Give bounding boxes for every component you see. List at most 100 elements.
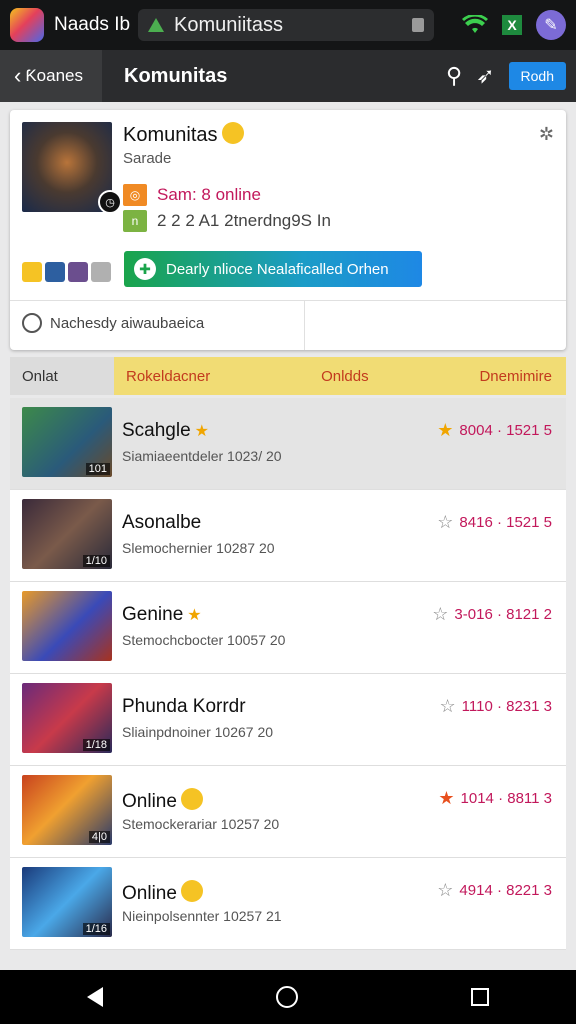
item-score: ★ 1014 · 8811 3 [438,788,552,809]
avatar [68,262,88,282]
score-text: 8004 · 1521 5 [459,422,552,439]
status-bar: Naads Ib Komuniitass X ✎ [0,0,576,50]
back-button[interactable]: ‹ Ƙoanes [0,50,102,102]
online-count: ◎ Sam: 8 online [123,184,261,206]
wifi-icon [462,15,488,33]
community-title-text: Komunitas [123,124,218,146]
star-outline-icon[interactable]: ☆ [440,696,456,717]
list-item[interactable]: Genine ★ Stemochcbocter 10057 20 ☆ 3-016 ·… [10,582,566,674]
online-icon: ◎ [123,184,147,206]
profile-avatar-icon[interactable]: ✎ [536,10,566,40]
item-name: Online [122,791,177,812]
stats-icon: n [123,210,147,232]
member-avatars[interactable] [22,262,111,282]
join-community-button[interactable]: ✚ Dearly nlioce Nealaficalled Orhen [124,251,422,287]
community-search-input[interactable]: Nachesdy aiwaubaeica [22,313,204,333]
home-circle-icon[interactable] [275,986,298,1008]
thumb-tag: 4|0 [88,831,110,843]
item-name: Online [122,883,177,904]
star-icon[interactable]: ★ [437,420,453,441]
avatar [91,262,111,282]
community-stats: n 2 2 2 A1 2tnerdng9S In [123,210,331,232]
smile-emoji-icon [221,122,244,144]
item-title: Scahgle ★ [122,420,209,442]
list-item[interactable]: 4|0 Online Stemockerariar 10257 20 ★ 1014… [10,766,566,858]
community-subtitle: Sarade [123,150,172,167]
toolbar-action-button[interactable]: Rodh [508,62,566,90]
avatar [45,262,65,282]
item-score: ☆ 4914 · 8221 3 [437,880,552,901]
item-score: ★ 8004 · 1521 5 [437,420,552,441]
list-header: Onlat Rokeldacner Onldds Dnemimire [10,357,566,395]
secure-icon [148,18,165,32]
app-title: Naads Ib [54,14,131,35]
community-cover-image[interactable]: ◷ [22,122,122,214]
thumb-tag: 1/16 [82,923,110,935]
screen: Naads Ib Komuniitass X ✎ ‹ Ƙoanes Komuni… [0,0,576,1024]
online-text: Sam: 8 online [157,185,261,204]
thumb-tag: 101 [85,463,110,475]
star-outline-icon[interactable]: ☆ [437,512,453,533]
spreadsheet-icon[interactable]: X [502,15,522,35]
item-title: Genine ★ [122,604,202,626]
star-outline-icon[interactable]: ☆ [437,880,453,901]
game-thumbnail: 101 [22,407,112,477]
score-text: 1014 · 8811 3 [460,790,552,807]
address-bar[interactable]: Komuniitass [138,9,434,41]
item-score: ☆ 3-016 · 8121 2 [432,604,552,625]
header-cell-group: Rokeldacner Onldds Dnemimire [114,357,566,395]
search-circle-icon [22,313,42,333]
smile-emoji-icon [180,880,203,902]
cta-label: Dearly nlioce Nealaficalled Orhen [166,260,389,278]
item-meta: Sliainpdnoiner 10267 20 [122,724,274,740]
community-card: ◷ Komunitas Sarade ✲ ◎ Sam: 8 online n 2… [10,110,566,350]
score-text: 4914 · 8221 3 [459,882,552,899]
game-list: 101 Scahgle ★ Siamiaeentdeler 1023/ 20 ★ 8… [10,398,566,950]
sparkle-icon: ★ [194,423,210,440]
score-text: 8416 · 1521 5 [459,514,552,531]
avatar [22,262,42,282]
app-icon[interactable] [10,8,44,42]
header-cell-2[interactable]: Onldds [321,368,369,385]
app-toolbar: ‹ Ƙoanes Komunitas ⚲ ➶ Rodh [0,50,576,102]
item-title: Online [122,788,203,813]
game-thumbnail: 1/10 [22,499,112,569]
item-meta: Nieinpolsennter 10257 21 [122,908,282,924]
gear-icon[interactable]: ✲ [539,124,554,145]
plus-icon: ✚ [134,258,156,280]
back-label: Ƙoanes [25,66,83,85]
stats-text: 2 2 2 A1 2tnerdng9S In [157,211,331,230]
item-name: Asonalbe [122,512,202,533]
back-triangle-icon[interactable] [86,987,103,1007]
list-item[interactable]: 1/18 Phunda Korrdr Sliainpdnoiner 10267 … [10,674,566,766]
chevron-left-icon: ‹ [14,63,22,88]
list-item[interactable]: 1/10 Asonalbe Slemochernier 10287 20 ☆ 84… [10,490,566,582]
item-meta: Stemochcbocter 10057 20 [122,632,286,648]
star-icon[interactable]: ★ [438,788,454,809]
recents-square-icon[interactable] [471,988,490,1006]
list-item[interactable]: 1/16 Online Nieinpolsennter 10257 21 ☆ 49… [10,858,566,950]
item-name: Genine [122,604,184,625]
item-score: ☆ 1110 · 8231 3 [440,696,553,717]
page-title: Komunitas [124,64,228,87]
game-thumbnail: 4|0 [22,775,112,845]
item-score: ☆ 8416 · 1521 5 [437,512,552,533]
list-item[interactable]: 101 Scahgle ★ Siamiaeentdeler 1023/ 20 ★ 8… [10,398,566,490]
search-placeholder: Nachesdy aiwaubaeica [50,314,205,332]
search-icon[interactable]: ⚲ [446,63,462,89]
thumb-tag: 1/10 [82,555,110,567]
timer-icon: ◷ [98,190,122,214]
item-meta: Slemochernier 10287 20 [122,540,275,556]
header-cell-1[interactable]: Rokeldacner [126,368,210,385]
score-text: 1110 · 8231 3 [461,698,552,715]
thumb-tag: 1/18 [82,739,110,751]
divider [10,300,566,301]
header-cell-3[interactable]: Dnemimire [479,368,552,385]
system-nav-bar [0,970,576,1024]
header-cell-left[interactable]: Onlat [10,357,114,395]
share-icon[interactable]: ➶ [476,63,494,89]
star-outline-icon[interactable]: ☆ [432,604,448,625]
item-title: Online [122,880,203,905]
game-thumbnail: 1/16 [22,867,112,937]
item-meta: Siamiaeentdeler 1023/ 20 [122,448,282,464]
